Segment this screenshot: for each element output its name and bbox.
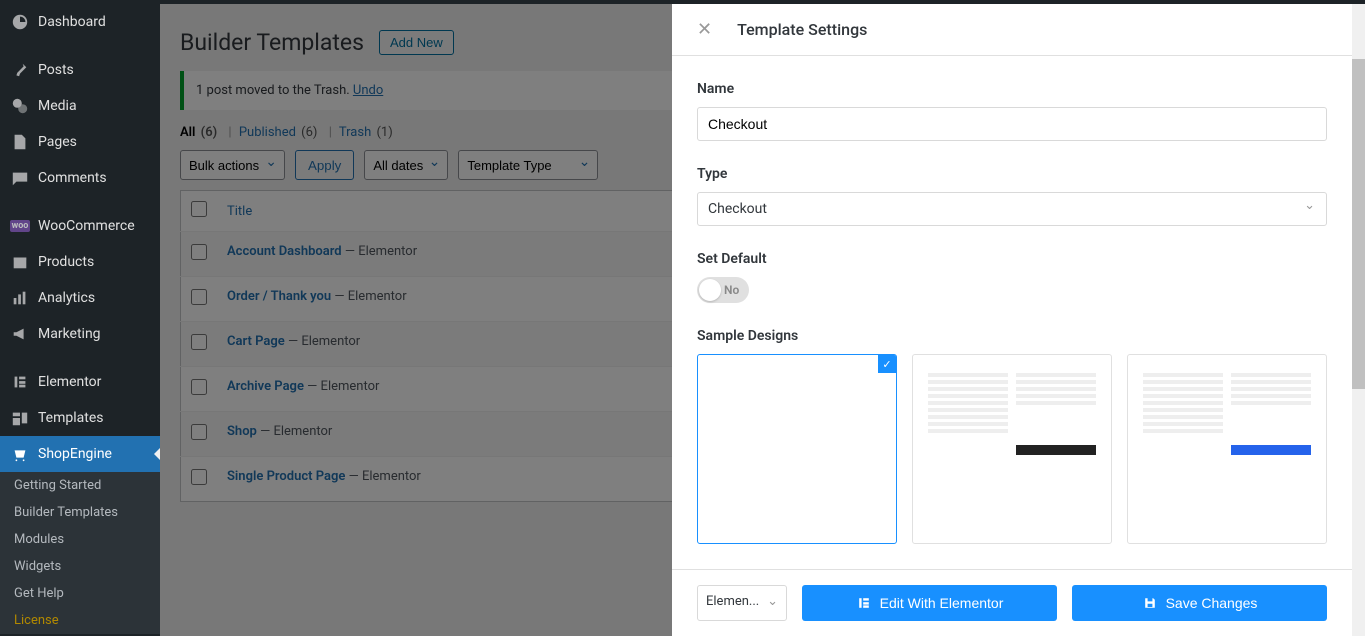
sidebar-item-woocommerce[interactable]: woo WooCommerce [0,208,160,244]
sidebar-item-elementor[interactable]: Elementor [0,364,160,400]
admin-sidebar: Dashboard Posts Media Pages Comments woo… [0,4,160,636]
woo-icon: woo [10,216,30,236]
type-label: Type [697,166,1327,182]
shopengine-icon [10,444,30,464]
sidebar-item-label: Posts [38,62,74,78]
sidebar-submenu: Getting Started Builder Templates Module… [0,472,160,634]
templates-icon [10,408,30,428]
sidebar-item-dashboard[interactable]: Dashboard [0,4,160,40]
box-icon [10,252,30,272]
editor-select[interactable]: Elemen... ⌄ [697,585,787,621]
sub-getting-started[interactable]: Getting Started [0,472,160,499]
sub-widgets[interactable]: Widgets [0,553,160,580]
panel-footer: Elemen... ⌄ Edit With Elementor Save Cha… [672,569,1352,636]
sidebar-item-label: Pages [38,134,77,150]
edit-with-elementor-button[interactable]: Edit With Elementor [802,585,1057,621]
sidebar-item-pages[interactable]: Pages [0,124,160,160]
sidebar-item-products[interactable]: Products [0,244,160,280]
sample-design-3[interactable] [1127,354,1327,544]
sidebar-item-analytics[interactable]: Analytics [0,280,160,316]
default-group: Set Default No [697,251,1327,303]
sidebar-item-label: Elementor [38,374,101,390]
samples-grid: ✓ [697,354,1327,544]
sub-builder-templates[interactable]: Builder Templates [0,499,160,526]
type-group: Type Checkout [697,166,1327,226]
name-label: Name [697,81,1327,97]
panel-header: ✕ Template Settings [672,4,1352,56]
toggle-label: No [724,283,739,297]
sidebar-item-shopengine[interactable]: ShopEngine [0,436,160,472]
page-icon [10,132,30,152]
samples-group: Sample Designs ✓ [697,328,1327,544]
close-icon[interactable]: ✕ [697,19,712,40]
sidebar-item-templates[interactable]: Templates [0,400,160,436]
name-group: Name [697,81,1327,141]
sidebar-item-label: Media [38,98,77,114]
sub-modules[interactable]: Modules [0,526,160,553]
sidebar-item-label: ShopEngine [38,446,112,462]
chevron-down-icon: ⌄ [767,594,778,609]
sidebar-item-marketing[interactable]: Marketing [0,316,160,352]
save-changes-button[interactable]: Save Changes [1072,585,1327,621]
sample-blank[interactable]: ✓ [697,354,897,544]
sidebar-item-label: Dashboard [38,14,106,30]
sidebar-item-label: WooCommerce [38,218,135,234]
sub-license[interactable]: License [0,607,160,634]
sidebar-item-label: Analytics [38,290,95,306]
sidebar-item-media[interactable]: Media [0,88,160,124]
panel-title: Template Settings [737,20,867,39]
chart-icon [10,288,30,308]
sub-get-help[interactable]: Get Help [0,580,160,607]
save-icon [1142,595,1158,611]
default-toggle[interactable]: No [697,277,749,303]
media-icon [10,96,30,116]
megaphone-icon [10,324,30,344]
sidebar-item-label: Comments [38,170,107,186]
samples-label: Sample Designs [697,328,1327,344]
sidebar-item-posts[interactable]: Posts [0,52,160,88]
template-settings-panel: ✕ Template Settings Name Type Checkout S… [672,4,1352,636]
sidebar-item-comments[interactable]: Comments [0,160,160,196]
dashboard-icon [10,12,30,32]
name-input[interactable] [697,107,1327,141]
default-label: Set Default [697,251,1327,267]
pin-icon [10,60,30,80]
elementor-icon [856,595,872,611]
check-icon: ✓ [878,355,896,373]
sidebar-item-label: Templates [38,410,104,426]
elementor-icon [10,372,30,392]
type-select[interactable]: Checkout [697,192,1327,226]
scrollbar-track[interactable] [1352,4,1365,636]
comment-icon [10,168,30,188]
scrollbar-thumb[interactable] [1352,59,1365,389]
sample-design-2[interactable] [912,354,1112,544]
toggle-handle [699,279,721,301]
sidebar-item-label: Products [38,254,94,270]
sidebar-item-label: Marketing [38,326,101,342]
panel-body: Name Type Checkout Set Default No Sample… [672,56,1352,569]
